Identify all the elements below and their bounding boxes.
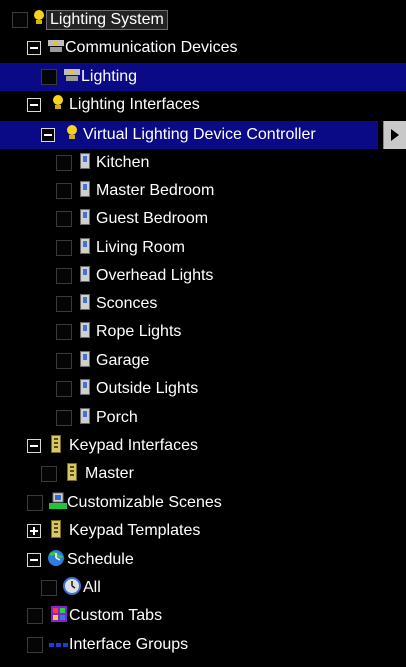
clock-icon xyxy=(63,576,81,600)
collapse-toggle[interactable] xyxy=(27,439,41,453)
keypad-icon xyxy=(67,462,77,486)
tree-label: Keypad Templates xyxy=(69,522,201,539)
tree-label: Sconces xyxy=(96,295,158,312)
checkbox[interactable] xyxy=(56,211,72,227)
arrow-right-icon xyxy=(391,129,399,141)
tree-label: Outside Lights xyxy=(96,380,199,397)
network-icon xyxy=(63,67,81,88)
tree-label: Rope Lights xyxy=(96,323,182,340)
tree-label: Living Room xyxy=(96,239,185,256)
tree-node-device[interactable]: Master Bedroom xyxy=(0,177,406,205)
tree-label: All xyxy=(83,579,101,596)
keypad-icon xyxy=(51,519,61,543)
tree-node-device[interactable]: Overhead Lights xyxy=(0,262,406,290)
tree-node-communication-devices[interactable]: Communication Devices xyxy=(0,34,406,62)
switch-icon xyxy=(80,208,90,230)
tree-node-keypad-interfaces[interactable]: Keypad Interfaces xyxy=(0,432,406,460)
tree-label: Porch xyxy=(96,409,138,426)
tree-label: Customizable Scenes xyxy=(67,494,222,511)
tree-node-device[interactable]: Living Room xyxy=(0,234,406,262)
tree-label: Guest Bedroom xyxy=(96,210,209,227)
tree-node-device[interactable]: Guest Bedroom xyxy=(0,205,406,233)
tree-label: Lighting System xyxy=(50,11,164,28)
tree-label: Keypad Interfaces xyxy=(69,437,198,454)
bulb-icon xyxy=(65,124,79,147)
bulb-icon xyxy=(32,9,46,32)
switch-icon xyxy=(80,293,90,315)
checkbox[interactable] xyxy=(56,410,72,426)
keypad-icon xyxy=(51,434,61,458)
schedule-clock-icon xyxy=(47,549,65,572)
switch-icon xyxy=(80,237,90,259)
tree-node-custom-tabs[interactable]: Custom Tabs xyxy=(0,602,406,630)
tree-node-device[interactable]: Porch xyxy=(0,404,406,432)
tree-label: Master Bedroom xyxy=(96,182,215,199)
checkbox[interactable] xyxy=(27,608,43,624)
tree-view: Lighting System Communication Devices Li… xyxy=(0,0,406,667)
tree-node-master[interactable]: Master xyxy=(0,460,406,488)
tree-node-device[interactable]: Outside Lights xyxy=(0,375,406,403)
checkbox[interactable] xyxy=(56,324,72,340)
tree-node-virtual-controller[interactable]: Virtual Lighting Device Controller xyxy=(0,121,378,149)
collapse-toggle[interactable] xyxy=(27,553,41,567)
collapse-toggle[interactable] xyxy=(41,128,55,142)
checkbox[interactable] xyxy=(27,637,43,653)
tree-node-interface-groups[interactable]: Interface Groups xyxy=(0,631,406,659)
switch-icon xyxy=(80,350,90,372)
tree-node-customizable-scenes[interactable]: Customizable Scenes xyxy=(0,489,406,517)
tree-node-all[interactable]: All xyxy=(0,574,406,602)
checkbox[interactable] xyxy=(56,353,72,369)
expand-toggle[interactable] xyxy=(27,524,41,538)
tree-label: Overhead Lights xyxy=(96,267,214,284)
root-label-box: Lighting System xyxy=(46,10,168,30)
network-icon xyxy=(47,38,65,59)
checkbox[interactable] xyxy=(41,69,57,85)
switch-icon xyxy=(80,378,90,400)
tree-label: Kitchen xyxy=(96,154,150,171)
interface-groups-icon xyxy=(49,636,69,654)
tree-label: Interface Groups xyxy=(69,636,189,653)
checkbox[interactable] xyxy=(27,495,43,511)
tree-label: Lighting xyxy=(81,68,138,85)
tree-node-device[interactable]: Rope Lights xyxy=(0,318,406,346)
scene-icon xyxy=(49,492,67,515)
tree-label: Virtual Lighting Device Controller xyxy=(83,126,316,143)
tree-node-schedule[interactable]: Schedule xyxy=(0,546,406,574)
tree-node-device[interactable]: Sconces xyxy=(0,290,406,318)
tree-label: Schedule xyxy=(67,551,134,568)
tree-node-lighting[interactable]: Lighting xyxy=(0,63,406,91)
scroll-right-button[interactable] xyxy=(383,121,406,149)
tree-node-device[interactable]: Kitchen xyxy=(0,149,406,177)
tree-node-lighting-system[interactable]: Lighting System xyxy=(0,6,406,34)
checkbox[interactable] xyxy=(41,580,57,596)
switch-icon xyxy=(80,180,90,202)
switch-icon xyxy=(80,407,90,429)
custom-tabs-icon xyxy=(51,605,67,627)
checkbox[interactable] xyxy=(56,268,72,284)
checkbox[interactable] xyxy=(56,155,72,171)
tree-label: Garage xyxy=(96,352,150,369)
checkbox[interactable] xyxy=(56,183,72,199)
checkbox[interactable] xyxy=(56,381,72,397)
switch-icon xyxy=(80,152,90,174)
switch-icon xyxy=(80,265,90,287)
checkbox[interactable] xyxy=(56,240,72,256)
tree-node-lighting-interfaces[interactable]: Lighting Interfaces xyxy=(0,91,406,119)
checkbox[interactable] xyxy=(56,296,72,312)
tree-label: Master xyxy=(85,465,134,482)
checkbox[interactable] xyxy=(12,12,28,28)
checkbox[interactable] xyxy=(41,466,57,482)
switch-icon xyxy=(80,321,90,343)
tree-label: Custom Tabs xyxy=(69,607,163,624)
tree-label: Lighting Interfaces xyxy=(69,96,200,113)
tree-node-keypad-templates[interactable]: Keypad Templates xyxy=(0,517,406,545)
collapse-toggle[interactable] xyxy=(27,41,41,55)
collapse-toggle[interactable] xyxy=(27,98,41,112)
tree-label: Communication Devices xyxy=(65,39,238,56)
tree-node-device[interactable]: Garage xyxy=(0,347,406,375)
bulb-icon xyxy=(51,94,65,117)
